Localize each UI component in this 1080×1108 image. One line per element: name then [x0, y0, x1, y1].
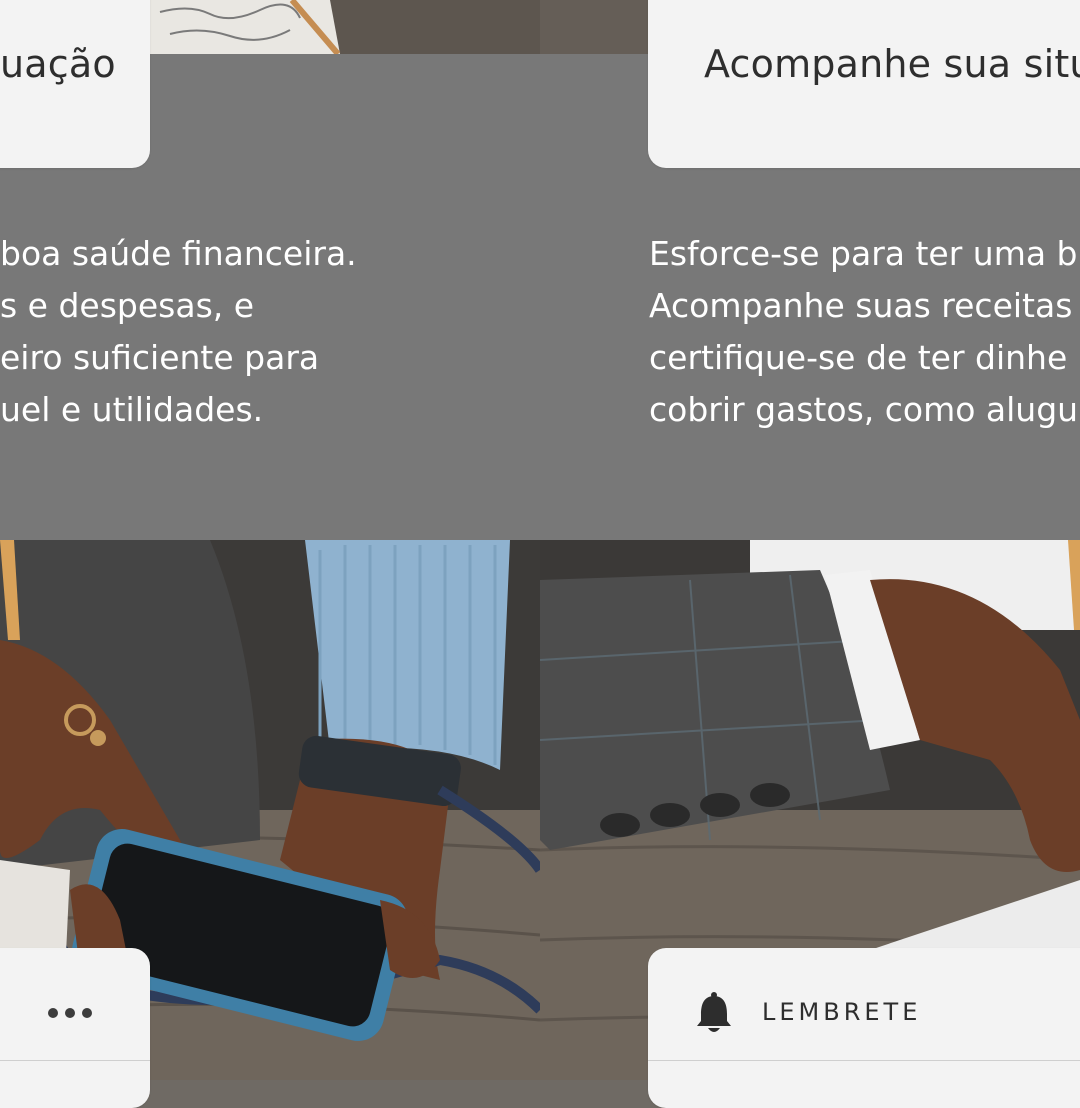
left-body-line: uel e utilidades. — [0, 390, 264, 429]
right-title: Acompanhe sua situ — [704, 42, 1080, 86]
right-body-line: cobrir gastos, como alugu — [649, 390, 1079, 429]
left-title: uação — [0, 42, 116, 86]
more-dots-icon[interactable] — [48, 1008, 92, 1018]
right-card-divider — [648, 1060, 1080, 1061]
dot — [65, 1008, 75, 1018]
dot — [82, 1008, 92, 1018]
right-body-line: Esforce-se para ter uma b — [649, 234, 1078, 273]
right-body-line: certifique-se de ter dinhe — [649, 338, 1068, 377]
left-card-divider — [0, 1060, 150, 1061]
left-body-line: boa saúde financeira. — [0, 234, 357, 273]
left-body-line: s e despesas, e — [0, 286, 255, 325]
left-body-line: eiro suficiente para — [0, 338, 320, 377]
left-action-card — [0, 948, 150, 1108]
bell-icon — [694, 992, 734, 1039]
right-body-text: Esforce-se para ter uma b Acompanhe suas… — [649, 228, 1080, 436]
left-body-text: boa saúde financeira. s e despesas, e ei… — [0, 228, 357, 436]
right-body-line: Acompanhe suas receitas — [649, 286, 1073, 325]
dot — [48, 1008, 58, 1018]
reminder-label: LEMBRETE — [762, 998, 922, 1026]
